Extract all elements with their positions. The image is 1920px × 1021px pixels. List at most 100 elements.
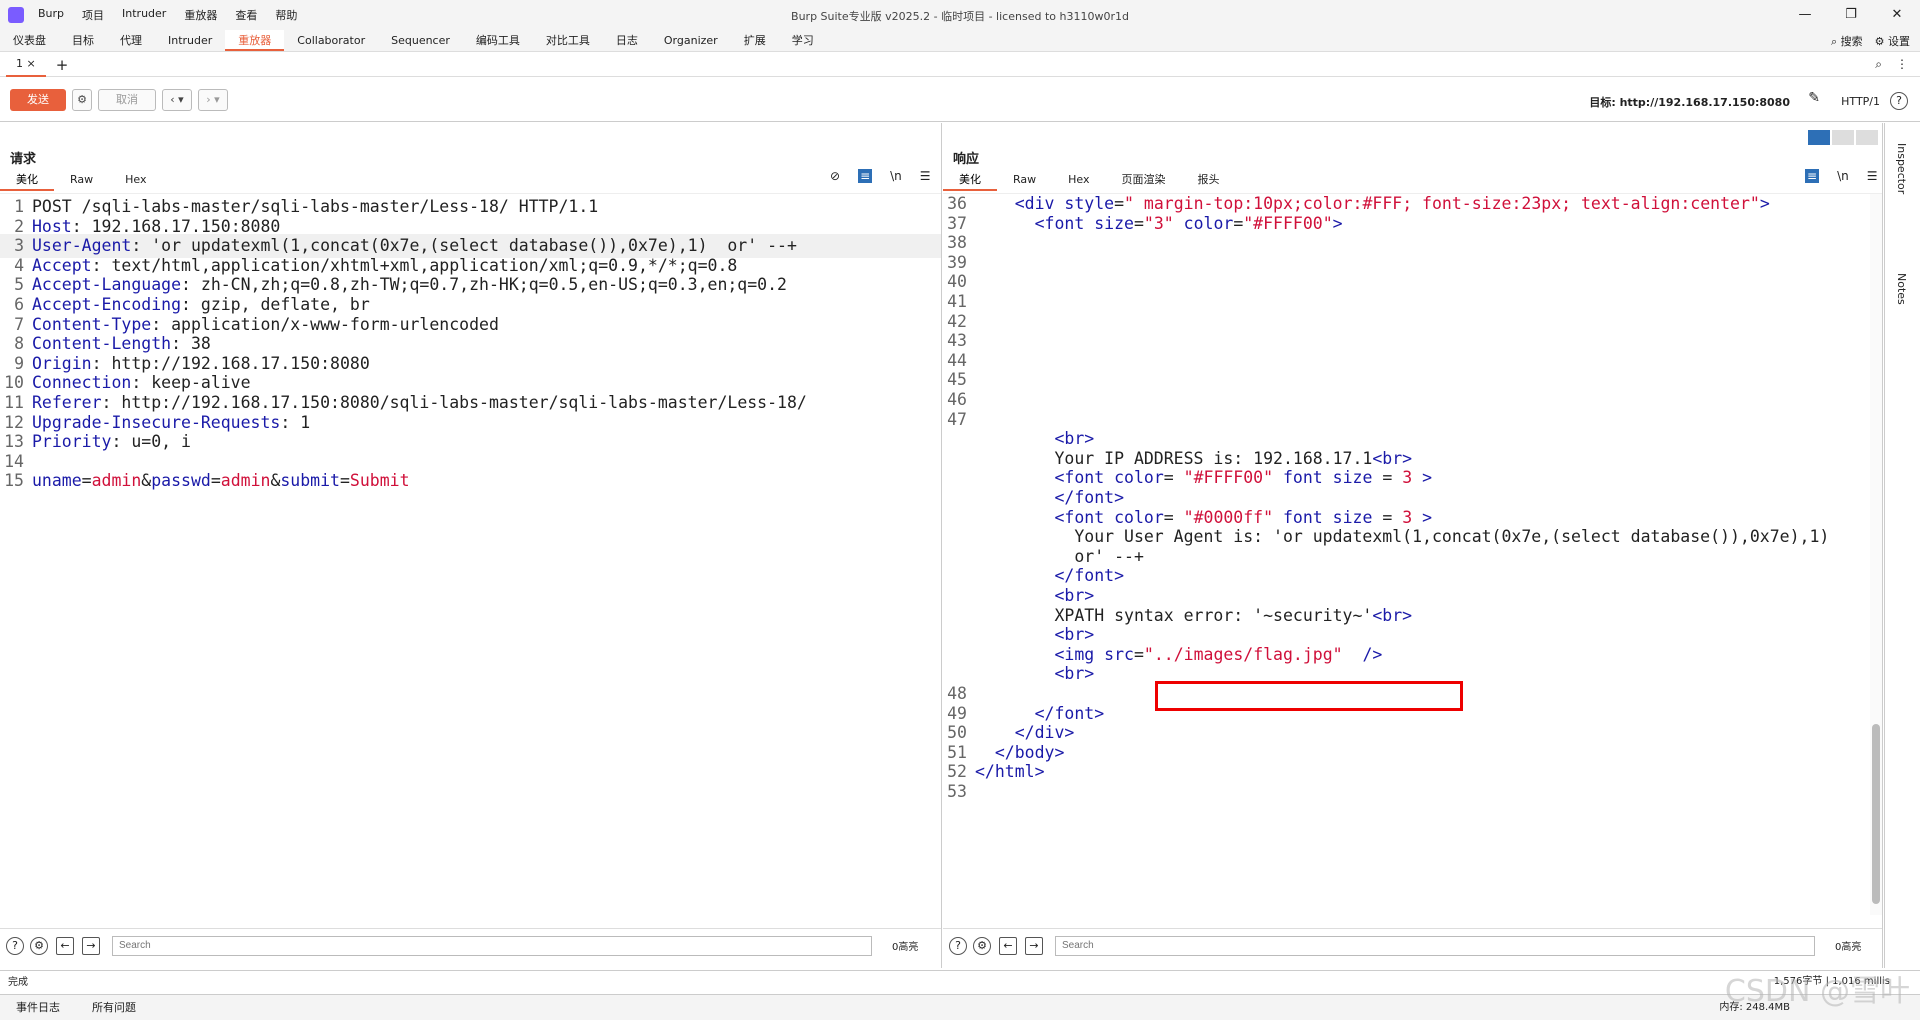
tab-2[interactable]: 代理 bbox=[107, 30, 155, 51]
notes-tab[interactable]: Notes bbox=[1895, 273, 1908, 305]
menu-item[interactable]: Burp bbox=[38, 7, 64, 23]
footer-tab[interactable]: 事件日志 bbox=[0, 995, 76, 1020]
tab-12[interactable]: 学习 bbox=[779, 30, 827, 51]
tab-5[interactable]: Collaborator bbox=[284, 30, 378, 51]
request-search-input[interactable] bbox=[112, 935, 872, 956]
more-icon[interactable]: ⋮ bbox=[1896, 57, 1908, 72]
tab-10[interactable]: Organizer bbox=[651, 30, 731, 51]
back-button[interactable]: ‹ ▾ bbox=[162, 88, 192, 111]
add-tab-button[interactable]: + bbox=[56, 56, 69, 74]
token: "../images/flag.jpg" bbox=[1143, 644, 1343, 664]
tab-0[interactable]: 仪表盘 bbox=[0, 30, 59, 51]
token: <br> bbox=[1054, 429, 1095, 449]
token: Host bbox=[32, 216, 72, 236]
footer-tab[interactable]: 所有问题 bbox=[76, 995, 152, 1020]
layout-horizontal-icon[interactable] bbox=[1832, 130, 1854, 145]
settings-button[interactable]: ⚙ 设置 bbox=[1875, 33, 1910, 49]
wrap-icon[interactable]: ≡ bbox=[858, 169, 873, 183]
response-tab[interactable]: 页面渲染 bbox=[1106, 171, 1182, 191]
minimize-icon[interactable]: — bbox=[1782, 0, 1828, 30]
forward-button[interactable]: › ▾ bbox=[198, 88, 228, 111]
prev-match-icon[interactable]: ← bbox=[999, 936, 1017, 955]
menu-icon[interactable]: ☰ bbox=[920, 169, 931, 183]
send-button[interactable]: 发送 bbox=[10, 88, 66, 111]
token: color bbox=[1104, 507, 1164, 527]
tab-close-icon[interactable]: × bbox=[27, 57, 36, 70]
tab-11[interactable]: 扩展 bbox=[731, 30, 779, 51]
help-icon[interactable]: ? bbox=[949, 936, 967, 955]
token: admin bbox=[91, 471, 142, 491]
close-icon[interactable]: ✕ bbox=[1874, 0, 1920, 30]
search-button[interactable]: ⌕ 搜索 bbox=[1831, 33, 1863, 49]
layout-split-icon[interactable] bbox=[1808, 130, 1830, 145]
settings-gear-icon[interactable]: ⚙ bbox=[72, 88, 92, 111]
newline-icon[interactable]: \n bbox=[890, 169, 902, 183]
token: </font> bbox=[1054, 488, 1125, 507]
menu-item[interactable]: 重放器 bbox=[184, 7, 217, 23]
tab-1[interactable]: 目标 bbox=[59, 30, 107, 51]
repeater-tabs: 1 × + ⌕ ⋮ bbox=[0, 53, 1920, 77]
token: color bbox=[1104, 468, 1164, 488]
token: : u=0, i bbox=[111, 432, 191, 452]
tab-7[interactable]: 编码工具 bbox=[463, 30, 533, 51]
token: submit bbox=[280, 471, 340, 491]
cancel-button[interactable]: 取消 bbox=[98, 88, 156, 111]
menu-item[interactable]: 项目 bbox=[82, 7, 104, 23]
request-editor[interactable]: 1 POST /sqli-labs-master/sqli-labs-master… bbox=[0, 193, 941, 915]
prev-match-icon[interactable]: ← bbox=[56, 936, 74, 955]
request-tab[interactable]: Hex bbox=[109, 171, 162, 191]
tab-6[interactable]: Sequencer bbox=[378, 30, 463, 51]
menu-item[interactable]: Intruder bbox=[122, 7, 166, 23]
next-match-icon[interactable]: → bbox=[82, 936, 100, 955]
settings-icon[interactable]: ⚙ bbox=[30, 936, 48, 955]
request-tab[interactable]: Raw bbox=[54, 171, 109, 191]
menu-item[interactable]: 帮助 bbox=[275, 7, 297, 23]
response-hits: 0高亮 bbox=[1835, 942, 1862, 953]
hide-icon[interactable]: ⊘ bbox=[830, 169, 840, 183]
token: passwd bbox=[151, 471, 211, 491]
tab-4[interactable]: 重放器 bbox=[225, 30, 285, 51]
response-search-input[interactable] bbox=[1055, 935, 1815, 956]
token: </html> bbox=[975, 762, 1045, 782]
line-number: 53 bbox=[947, 782, 967, 801]
request-pane: 请求 美化 Raw Hex ⊘ ≡ \n ☰ 1 POST /sqli-labs-ma… bbox=[0, 123, 942, 968]
repeater-tab-1[interactable]: 1 × bbox=[6, 53, 46, 77]
token: Connection bbox=[32, 373, 132, 393]
newline-icon[interactable]: \n bbox=[1837, 169, 1849, 183]
response-editor[interactable]: 36 <div style=" margin-top:10px;color:#F… bbox=[943, 193, 1882, 915]
token: <br> bbox=[1054, 664, 1095, 684]
edit-target-icon[interactable]: ✎ bbox=[1808, 90, 1820, 106]
tab-9[interactable]: 日志 bbox=[603, 30, 651, 51]
response-tab[interactable]: Hex bbox=[1052, 171, 1105, 191]
layout-single-icon[interactable] bbox=[1856, 130, 1878, 145]
next-match-icon[interactable]: → bbox=[1025, 936, 1043, 955]
subtab-tools: ⌕ ⋮ bbox=[1875, 57, 1908, 72]
tab-3[interactable]: Intruder bbox=[155, 30, 225, 51]
http-version[interactable]: HTTP/1 bbox=[1841, 95, 1880, 108]
help-icon[interactable]: ? bbox=[1890, 92, 1908, 110]
response-tab[interactable]: 美化 bbox=[943, 171, 997, 191]
wrap-icon[interactable]: ≡ bbox=[1805, 169, 1820, 183]
footer-tabs: 事件日志 所有问题 bbox=[0, 994, 1920, 1020]
tab-8[interactable]: 对比工具 bbox=[533, 30, 603, 51]
tab-label: 1 bbox=[16, 56, 23, 70]
token: Accept-Language bbox=[32, 275, 182, 295]
request-tab[interactable]: 美化 bbox=[0, 171, 54, 191]
token: "#0000ff" bbox=[1183, 507, 1274, 527]
token: Priority bbox=[32, 432, 112, 452]
help-icon[interactable]: ? bbox=[6, 936, 24, 955]
restore-icon[interactable]: ❐ bbox=[1828, 0, 1874, 30]
response-tab[interactable]: Raw bbox=[997, 171, 1052, 191]
inspector-tab[interactable]: Inspector bbox=[1895, 143, 1908, 194]
token: color bbox=[1173, 213, 1234, 233]
menu-item[interactable]: 查看 bbox=[235, 7, 257, 23]
settings-icon[interactable]: ⚙ bbox=[973, 936, 991, 955]
menu-icon[interactable]: ☰ bbox=[1867, 169, 1878, 183]
response-tab[interactable]: 报头 bbox=[1182, 171, 1236, 191]
target-label[interactable]: 目标: http://192.168.17.150:8080 bbox=[1589, 94, 1790, 110]
token: = bbox=[1133, 644, 1144, 664]
token: = bbox=[1372, 507, 1403, 527]
search-icon[interactable]: ⌕ bbox=[1875, 57, 1882, 72]
